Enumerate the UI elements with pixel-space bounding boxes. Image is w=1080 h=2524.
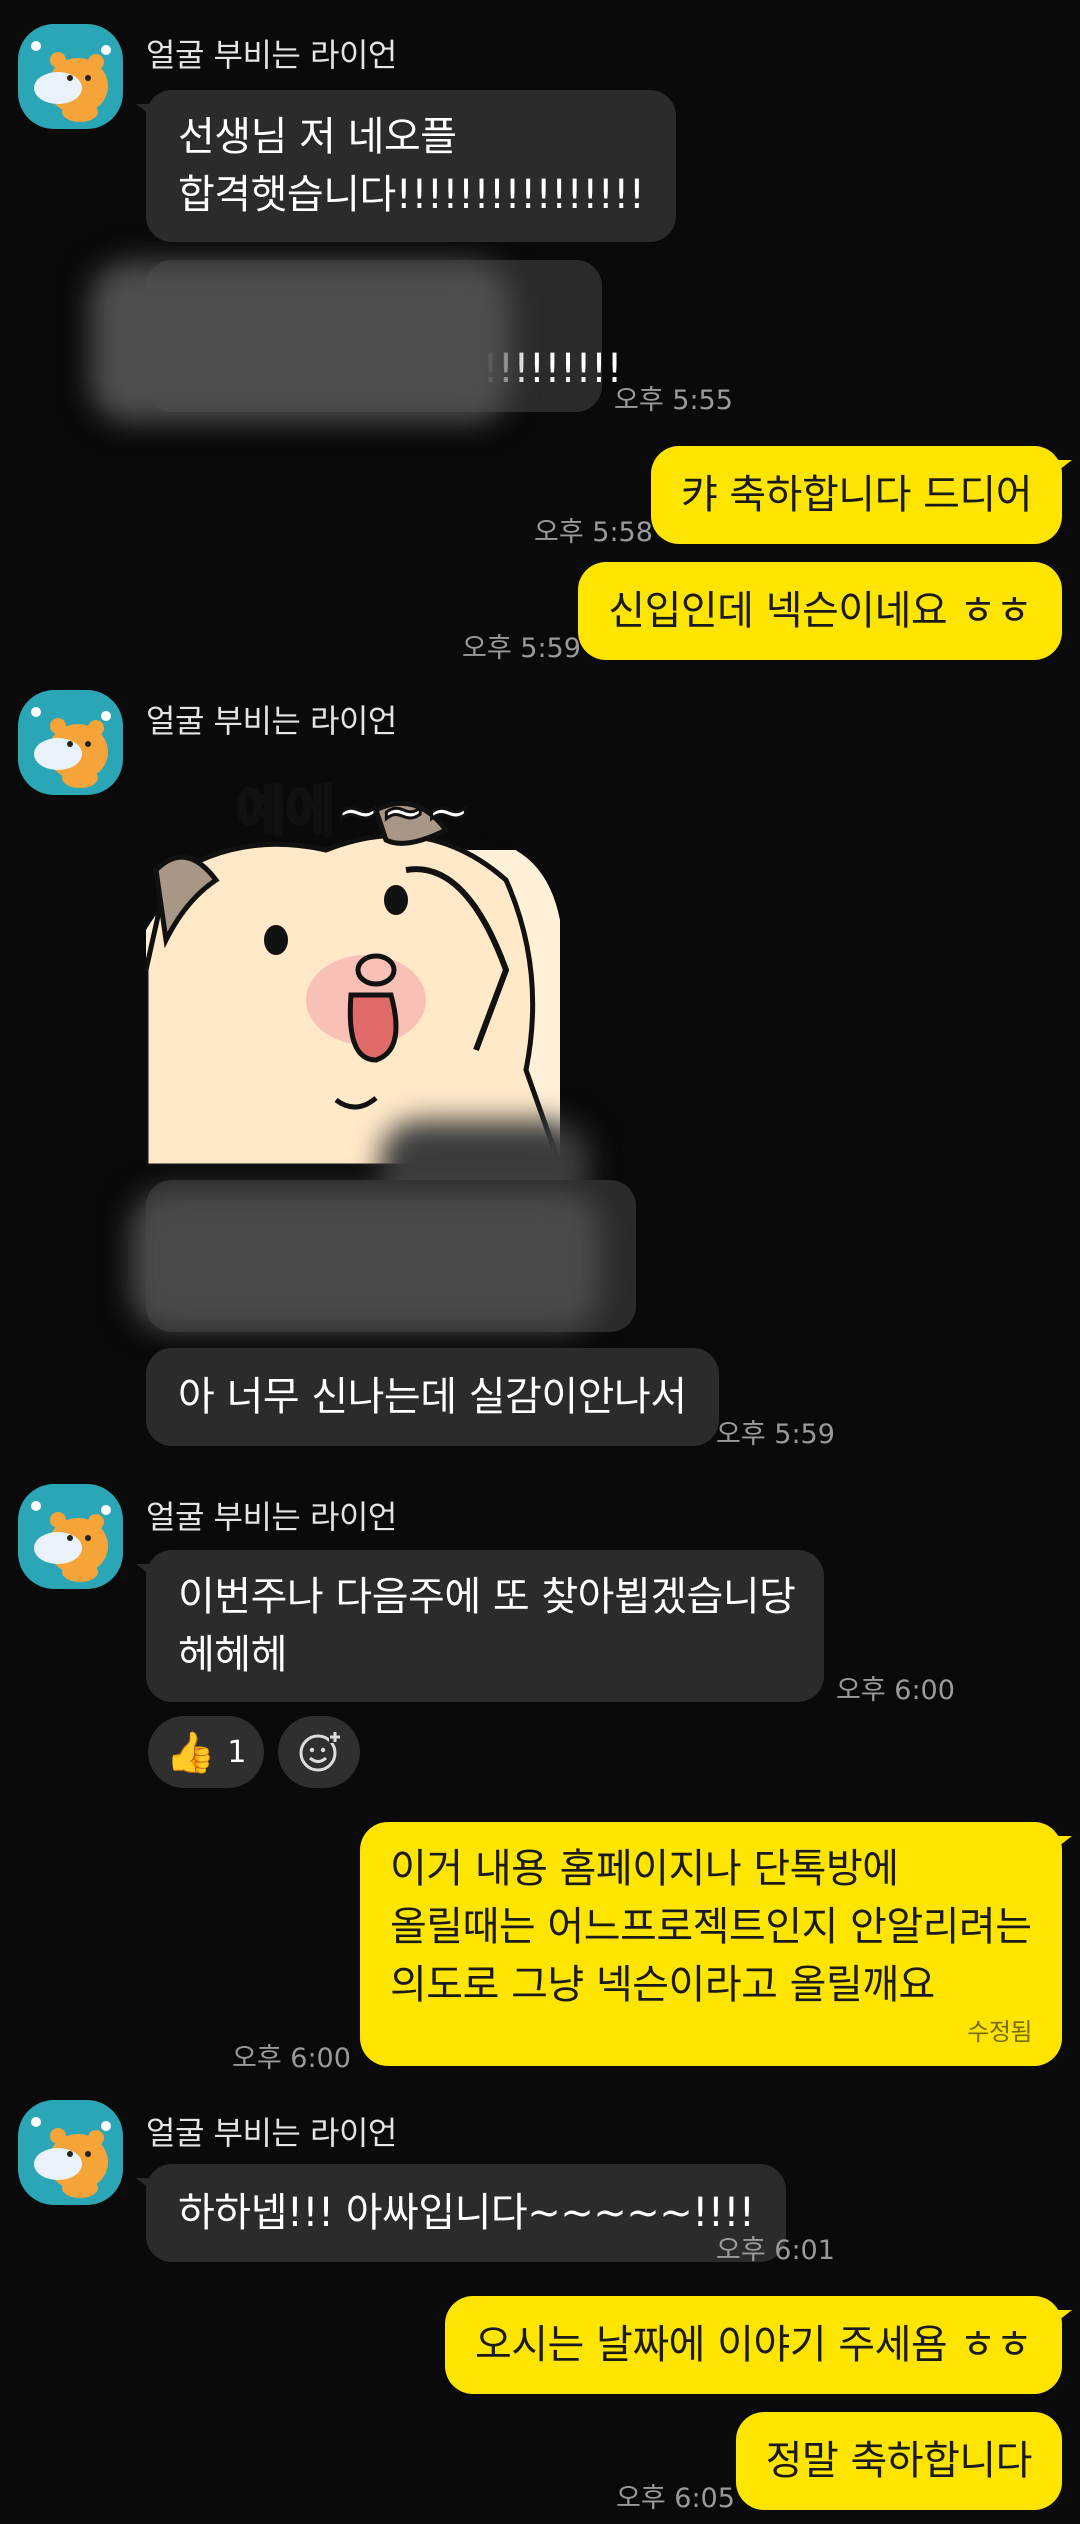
message-bubble[interactable]: 선생님 저 네오플 합격햇습니다!!!!!!!!!!!!!!!! — [136, 90, 677, 242]
ryan-character-icon — [31, 2117, 111, 2198]
avatar[interactable] — [18, 24, 123, 129]
message-text: 정말 축하합니다 — [765, 2438, 1033, 2484]
timestamp: 오후 6:00 — [232, 2043, 351, 2074]
message-bubble[interactable]: 이거 내용 홈페이지나 단톡방에 올릴때는 어느프로젝트인지 안알리려는 의도로… — [360, 1822, 1072, 2066]
message-text: 헤헤헤 — [178, 1632, 287, 1678]
message-text: 올릴때는 어느프로젝트인지 안알리려는 — [390, 1904, 1032, 1950]
message-text: 신입인데 넥슨이네요 ㅎㅎ — [608, 588, 1032, 634]
message-bubble[interactable]: 하하넵!!! 아싸입니다~~~~~!!!! — [136, 2164, 787, 2262]
message-bubble[interactable]: 정말 축하합니다 — [735, 2412, 1062, 2510]
message-bubble[interactable]: 신입인데 넥슨이네요 ㅎㅎ — [578, 562, 1062, 660]
reaction-count: 1 — [227, 1734, 247, 1770]
timestamp: 오후 6:01 — [716, 2235, 835, 2266]
hamster-sticker[interactable]: 예에~~~ — [143, 770, 564, 1169]
add-emoji-reaction-icon — [299, 1731, 341, 1772]
thumbs-up-icon: 👍 — [165, 1729, 216, 1776]
redaction-blur — [90, 262, 510, 422]
sender-name: 얼굴 부비는 라이언 — [146, 2114, 397, 2152]
message-text: 합격햇습니다!!!!!!!!!!!!!!!! — [178, 172, 645, 218]
sender-name: 얼굴 부비는 라이언 — [146, 702, 397, 740]
avatar[interactable] — [18, 690, 123, 795]
ryan-character-icon — [31, 41, 111, 122]
message-bubble[interactable]: 오시는 날짜에 이야기 주세욤 ㅎㅎ — [444, 2296, 1072, 2394]
hamster-sticker-image: 예에~~~ — [143, 779, 564, 1169]
add-reaction-button[interactable] — [278, 1716, 360, 1788]
message-text: 오시는 날짜에 이야기 주세욤 ㅎㅎ — [474, 2322, 1033, 2368]
message-text: 선생님 저 네오플 — [178, 114, 457, 160]
message-text: 하하넵!!! 아싸입니다~~~~~!!!! — [178, 2190, 755, 2236]
edited-label: 수정됨 — [967, 2018, 1032, 2046]
message-text: 이번주나 다음주에 또 찾아뵙겠습니당 — [178, 1574, 796, 1620]
message-text: 이거 내용 홈페이지나 단톡방에 — [390, 1846, 899, 1892]
ryan-character-icon — [31, 707, 111, 788]
message-text: 캬 축하합니다 드디어 — [680, 472, 1033, 518]
ryan-character-icon — [31, 1501, 111, 1582]
avatar[interactable] — [18, 2100, 123, 2205]
avatar[interactable] — [18, 1484, 123, 1589]
message-bubble[interactable]: 캬 축하합니다 드디어 — [650, 446, 1072, 544]
timestamp: 오후 5:59 — [716, 1419, 835, 1450]
message-text: 의도로 그냥 넥슨이라고 올릴깨요 — [390, 1962, 935, 2008]
timestamp: 오후 6:00 — [836, 1675, 955, 1706]
message-bubble[interactable]: 아 너무 신나는데 실감이안나서 — [146, 1348, 719, 1446]
sticker-text: 예에~~~ — [236, 780, 471, 843]
sender-name: 얼굴 부비는 라이언 — [146, 36, 397, 74]
redaction-blur — [130, 1190, 600, 1330]
timestamp: 오후 5:58 — [534, 517, 653, 548]
timestamp: 오후 5:59 — [462, 633, 581, 664]
message-text: 아 너무 신나는데 실감이안나서 — [178, 1374, 687, 1420]
timestamp: 오후 5:55 — [614, 385, 733, 416]
sender-name: 얼굴 부비는 라이언 — [146, 1498, 397, 1536]
timestamp: 오후 6:05 — [616, 2483, 735, 2514]
reaction-thumbs-up[interactable]: 👍 1 — [148, 1716, 264, 1788]
message-bubble[interactable]: 이번주나 다음주에 또 찾아뵙겠습니당 헤헤헤 — [136, 1550, 824, 1702]
